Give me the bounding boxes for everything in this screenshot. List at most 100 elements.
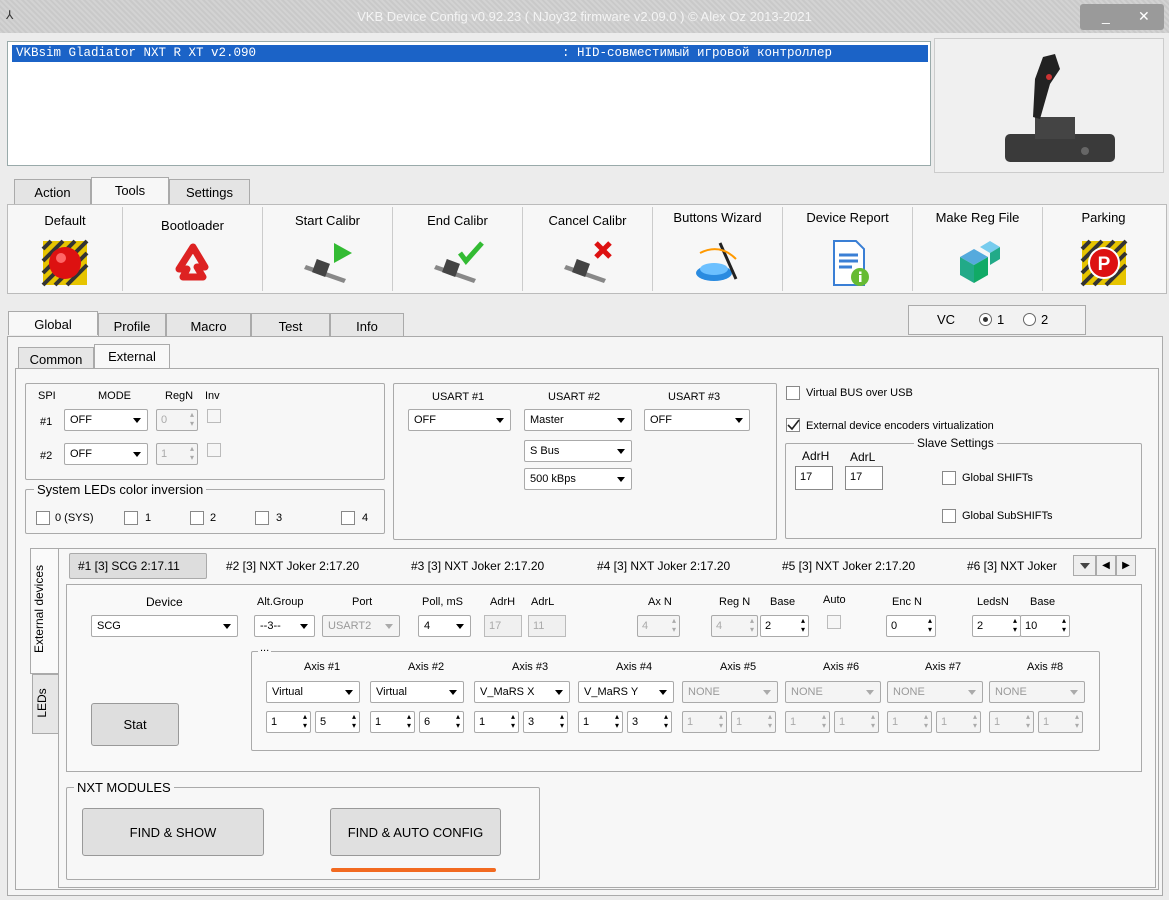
tab-scroll-left-icon[interactable]: ◀ <box>1096 555 1116 576</box>
usart3-select[interactable]: OFF <box>644 409 750 431</box>
axis-4-reg-spinner[interactable]: 1 <box>578 711 623 733</box>
led-inv-3-checkbox[interactable] <box>255 511 269 525</box>
global-subshifts-checkbox[interactable] <box>942 509 956 523</box>
axis-8-select[interactable]: NONE <box>989 681 1085 703</box>
tab-external-devices[interactable]: External devices <box>30 548 58 674</box>
tab-tools[interactable]: Tools <box>91 177 169 205</box>
axis-3-reg-spinner[interactable]: 1 <box>474 711 519 733</box>
altgroup-header: Alt.Group <box>257 596 304 608</box>
base2-spinner[interactable]: 10 <box>1020 615 1070 637</box>
buttons-wizard-button[interactable]: Buttons Wizard <box>653 207 783 291</box>
led-inv-2-checkbox[interactable] <box>190 511 204 525</box>
usart1-select[interactable]: OFF <box>408 409 511 431</box>
tab-leds[interactable]: LEDs <box>32 674 58 734</box>
encoders-virtualization-checkbox[interactable] <box>786 418 800 432</box>
encn-spinner[interactable]: 0 <box>886 615 936 637</box>
axis-1-bit-spinner[interactable]: 5 <box>315 711 360 733</box>
axis-3-bit-spinner[interactable]: 3 <box>523 711 568 733</box>
auto-checkbox[interactable] <box>827 615 841 629</box>
spi1-inv-checkbox[interactable] <box>207 409 221 423</box>
tab-settings[interactable]: Settings <box>169 179 250 205</box>
tab-info[interactable]: Info <box>330 313 404 337</box>
cancel-calibr-button[interactable]: Cancel Calibr <box>523 207 653 291</box>
device-report-button[interactable]: Device Report <box>783 207 913 291</box>
vc-radio-1[interactable] <box>979 313 992 326</box>
spi2-regn-spinner[interactable]: 1 <box>156 443 198 465</box>
axis-8-bit-spinner[interactable]: 1 <box>1038 711 1083 733</box>
axis-5-reg-spinner[interactable]: 1 <box>682 711 727 733</box>
slave-adrl-input[interactable]: 17 <box>845 466 883 490</box>
tab-profile[interactable]: Profile <box>98 313 166 337</box>
tab-common[interactable]: Common <box>18 347 94 369</box>
usart2-protocol-select[interactable]: S Bus <box>524 440 632 462</box>
device-list-item[interactable]: VKBsim Gladiator NXT R XT v2.090 : HID-с… <box>12 45 928 62</box>
poll-select[interactable]: 4 <box>418 615 471 637</box>
axis-7-bit-spinner[interactable]: 1 <box>936 711 981 733</box>
find-auto-config-button[interactable]: FIND & AUTO CONFIG <box>330 808 501 856</box>
usart2-select[interactable]: Master <box>524 409 632 431</box>
end-calibr-button[interactable]: End Calibr <box>393 207 523 291</box>
slave-adrh-input[interactable]: 17 <box>795 466 833 490</box>
axis-5-select[interactable]: NONE <box>682 681 778 703</box>
axis-1-select[interactable]: Virtual <box>266 681 360 703</box>
axis-6-bit-spinner[interactable]: 1 <box>834 711 879 733</box>
device-tab-6[interactable]: #6 [3] NXT Joker <box>967 559 1072 573</box>
spi2-inv-checkbox[interactable] <box>207 443 221 457</box>
spi2-mode-select[interactable]: OFF <box>64 443 148 465</box>
minimize-button[interactable]: _ <box>1102 8 1110 24</box>
global-shifts-checkbox[interactable] <box>942 471 956 485</box>
stat-button[interactable]: Stat <box>91 703 179 746</box>
tab-external[interactable]: External <box>94 344 170 369</box>
axis-2-reg-spinner[interactable]: 1 <box>370 711 415 733</box>
port-select[interactable]: USART2 <box>322 615 400 637</box>
led-inv-4-checkbox[interactable] <box>341 511 355 525</box>
ledsn-spinner[interactable]: 2 <box>972 615 1021 637</box>
tab-action[interactable]: Action <box>14 179 91 205</box>
usart2-baud-select[interactable]: 500 kBps <box>524 468 632 490</box>
regn-spinner[interactable]: 4 <box>711 615 758 637</box>
device-select[interactable]: SCG <box>91 615 238 637</box>
tab-global[interactable]: Global <box>8 311 98 335</box>
close-button[interactable]: ✕ <box>1138 8 1150 25</box>
axis-4-bit-spinner[interactable]: 3 <box>627 711 672 733</box>
tab-scroll-right-icon[interactable]: ▶ <box>1116 555 1136 576</box>
tab-list-dropdown[interactable] <box>1073 555 1096 576</box>
device-tab-2[interactable]: #2 [3] NXT Joker 2:17.20 <box>226 559 359 573</box>
device-tab-3[interactable]: #3 [3] NXT Joker 2:17.20 <box>411 559 544 573</box>
tab-test[interactable]: Test <box>251 313 330 337</box>
axis-3-select[interactable]: V_MaRS X <box>474 681 570 703</box>
tab-macro[interactable]: Macro <box>166 313 251 337</box>
altgroup-select[interactable]: --3-- <box>254 615 315 637</box>
device-type: : HID-совместимый игровой контроллер <box>562 46 833 60</box>
vc-radio-2[interactable] <box>1023 313 1036 326</box>
axis-6-reg-spinner[interactable]: 1 <box>785 711 830 733</box>
adrh-input[interactable]: 17 <box>484 615 522 637</box>
make-reg-file-button[interactable]: Make Reg File <box>913 207 1043 291</box>
base-spinner[interactable]: 2 <box>760 615 809 637</box>
axes-group-title: ... <box>258 642 272 654</box>
axis-5-bit-spinner[interactable]: 1 <box>731 711 776 733</box>
axn-spinner[interactable]: 4 <box>637 615 680 637</box>
parking-button[interactable]: Parking P <box>1043 207 1164 291</box>
spi1-regn-spinner[interactable]: 0 <box>156 409 198 431</box>
axis-7-select[interactable]: NONE <box>887 681 983 703</box>
led-inv-0-checkbox[interactable] <box>36 511 50 525</box>
axis-2-select[interactable]: Virtual <box>370 681 464 703</box>
bootloader-button[interactable]: Bootloader <box>123 207 263 291</box>
axis-2-bit-spinner[interactable]: 6 <box>419 711 464 733</box>
spi1-mode-select[interactable]: OFF <box>64 409 148 431</box>
find-show-button[interactable]: FIND & SHOW <box>82 808 264 856</box>
start-calibr-button[interactable]: Start Calibr <box>263 207 393 291</box>
axis-6-select[interactable]: NONE <box>785 681 881 703</box>
slave-settings-group <box>785 443 1142 539</box>
axis-8-reg-spinner[interactable]: 1 <box>989 711 1034 733</box>
led-inv-1-checkbox[interactable] <box>124 511 138 525</box>
default-button[interactable]: Default <box>8 207 123 291</box>
adrl-input[interactable]: 11 <box>528 615 566 637</box>
axis-7-reg-spinner[interactable]: 1 <box>887 711 932 733</box>
device-tab-4[interactable]: #4 [3] NXT Joker 2:17.20 <box>597 559 730 573</box>
device-tab-5[interactable]: #5 [3] NXT Joker 2:17.20 <box>782 559 915 573</box>
axis-1-reg-spinner[interactable]: 1 <box>266 711 311 733</box>
axis-4-select[interactable]: V_MaRS Y <box>578 681 674 703</box>
virtual-bus-checkbox[interactable] <box>786 386 800 400</box>
